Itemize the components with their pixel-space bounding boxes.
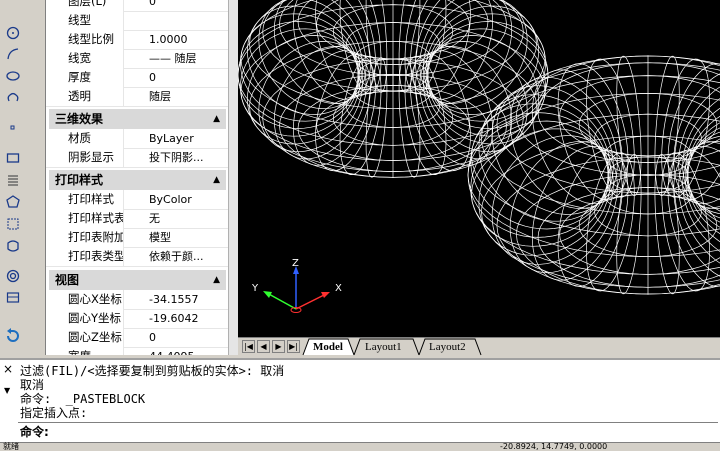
prop-value[interactable]: 无	[146, 209, 229, 228]
prop-value[interactable]: 依赖于颜...	[146, 247, 229, 266]
options-icon[interactable]: ▼	[4, 386, 10, 395]
prop-value[interactable]: -19.6042	[146, 309, 229, 328]
section-title: 三维效果	[55, 112, 104, 126]
prop-row-transparency[interactable]: 透明 随层	[46, 87, 229, 107]
revision-cloud-icon[interactable]	[3, 90, 23, 106]
tab-layout2[interactable]: Layout2	[429, 339, 466, 355]
prop-row-center-y[interactable]: 圆心Y坐标 -19.6042	[46, 309, 229, 329]
close-icon[interactable]: ×	[3, 362, 13, 376]
prop-name: 打印样式	[46, 190, 124, 209]
prop-value[interactable]: 44.4095	[146, 347, 229, 355]
section-3d-effects[interactable]: 三维效果 ▲	[49, 109, 226, 129]
prop-row-lineweight[interactable]: 线宽 —— 随层	[46, 49, 229, 69]
prop-value[interactable]: ByLayer	[146, 129, 229, 148]
drawing-viewport[interactable]: Z X Y	[238, 0, 720, 337]
ellipse-tool-icon[interactable]	[3, 68, 23, 84]
next-tab-icon[interactable]: ▶	[272, 340, 285, 353]
tab-model[interactable]: Model	[313, 339, 343, 355]
boundary-icon[interactable]	[3, 238, 23, 254]
command-history-line: 命令: _PASTEBLOCK	[20, 392, 146, 406]
section-title: 视图	[55, 273, 80, 287]
collapse-icon[interactable]: ▲	[213, 270, 220, 290]
first-tab-icon[interactable]: |◀	[242, 340, 255, 353]
prop-value[interactable]: 1.0000	[146, 30, 229, 49]
prop-value[interactable]: -34.1557	[146, 290, 229, 309]
prop-name: 线宽	[46, 49, 124, 68]
prop-name: 线型比例	[46, 30, 124, 49]
prop-value[interactable]: 投下阴影...	[146, 148, 229, 167]
prev-tab-icon[interactable]: ◀	[257, 340, 270, 353]
collapse-icon[interactable]: ▲	[213, 170, 220, 190]
draw-toolbar	[0, 0, 28, 355]
ucs-icon: Z X Y	[251, 258, 342, 313]
prop-value[interactable]: 模型	[146, 228, 229, 247]
prop-name: 打印表类型	[46, 247, 124, 266]
prop-name: 阴影显示	[46, 148, 124, 167]
prop-name: 材质	[46, 129, 124, 148]
layout-tab-bar: |◀ ◀ ▶ ▶| Model Layout1 Layout2	[238, 337, 720, 356]
command-input[interactable]: 命令:	[18, 422, 718, 440]
prop-name: 透明	[46, 87, 124, 106]
prop-row-plot-attached[interactable]: 打印表附加到 模型	[46, 228, 229, 248]
prop-row-center-x[interactable]: 圆心X坐标 -34.1557	[46, 290, 229, 310]
prop-name: 宽度	[46, 347, 124, 355]
prop-row-shadow[interactable]: 阴影显示 投下阴影...	[46, 148, 229, 168]
prop-value[interactable]	[146, 11, 229, 30]
prop-name: 圆心Y坐标	[46, 309, 124, 328]
prop-row-thickness[interactable]: 厚度 0	[46, 68, 229, 88]
table-icon[interactable]	[3, 290, 23, 306]
circle-tool-icon[interactable]	[3, 25, 23, 41]
prop-row-linetype[interactable]: 线型	[46, 11, 229, 31]
prop-row-linetype-scale[interactable]: 线型比例 1.0000	[46, 30, 229, 50]
command-prompt: 命令:	[20, 425, 49, 439]
command-history-line: 指定插入点:	[20, 406, 88, 420]
section-title: 打印样式	[55, 173, 104, 187]
prop-value[interactable]: —— 随层	[146, 49, 229, 68]
rectangle-icon[interactable]	[3, 150, 23, 166]
point-icon[interactable]	[3, 120, 23, 136]
prop-value[interactable]: 0	[146, 68, 229, 87]
toolbar-gutter	[27, 0, 45, 355]
polygon-icon[interactable]	[3, 194, 23, 210]
prop-row-plot-type[interactable]: 打印表类型 依赖于颜...	[46, 247, 229, 267]
prop-value[interactable]: ByColor	[146, 190, 229, 209]
collapse-icon[interactable]: ▲	[213, 109, 220, 129]
prop-value[interactable]: 随层	[146, 87, 229, 106]
prop-value[interactable]: 0	[146, 0, 229, 11]
ucs-z-label: Z	[292, 258, 299, 269]
undo-icon[interactable]	[3, 328, 23, 344]
command-history-line: 过滤(FIL)/<选择要复制到剪贴板的实体>: 取消	[20, 364, 285, 378]
donut-icon[interactable]	[3, 268, 23, 284]
properties-panel: 图层(L) 0 线型 线型比例 1.0000 线宽 —— 随层 厚度 0 透明 …	[45, 0, 229, 355]
last-tab-icon[interactable]: ▶|	[287, 340, 300, 353]
arc-tool-icon[interactable]	[3, 46, 23, 62]
prop-name: 厚度	[46, 68, 124, 87]
helix-icon[interactable]	[3, 172, 23, 188]
ucs-x-label: X	[335, 283, 342, 294]
prop-row-plot-table[interactable]: 打印样式表 无	[46, 209, 229, 229]
prop-name: 打印表附加到	[46, 228, 124, 247]
ucs-y-label: Y	[251, 283, 259, 294]
section-plot-style[interactable]: 打印样式 ▲	[49, 170, 226, 190]
prop-row-plot-style[interactable]: 打印样式 ByColor	[46, 190, 229, 210]
command-history-line: 取消	[20, 378, 45, 392]
section-view[interactable]: 视图 ▲	[49, 270, 226, 290]
region-icon[interactable]	[3, 216, 23, 232]
prop-name: 圆心Z坐标	[46, 328, 124, 347]
prop-row-material[interactable]: 材质 ByLayer	[46, 129, 229, 149]
prop-value[interactable]: 0	[146, 328, 229, 347]
prop-name: 圆心X坐标	[46, 290, 124, 309]
prop-row-width[interactable]: 宽度 44.4095	[46, 347, 229, 355]
prop-name: 打印样式表	[46, 209, 124, 228]
prop-name: 线型	[46, 11, 124, 30]
prop-row-center-z[interactable]: 圆心Z坐标 0	[46, 328, 229, 348]
command-window: × ▼ 过滤(FIL)/<选择要复制到剪贴板的实体>: 取消 取消 命令: _P…	[0, 358, 720, 444]
prop-name: 图层(L)	[46, 0, 124, 11]
tab-layout1[interactable]: Layout1	[365, 339, 402, 355]
